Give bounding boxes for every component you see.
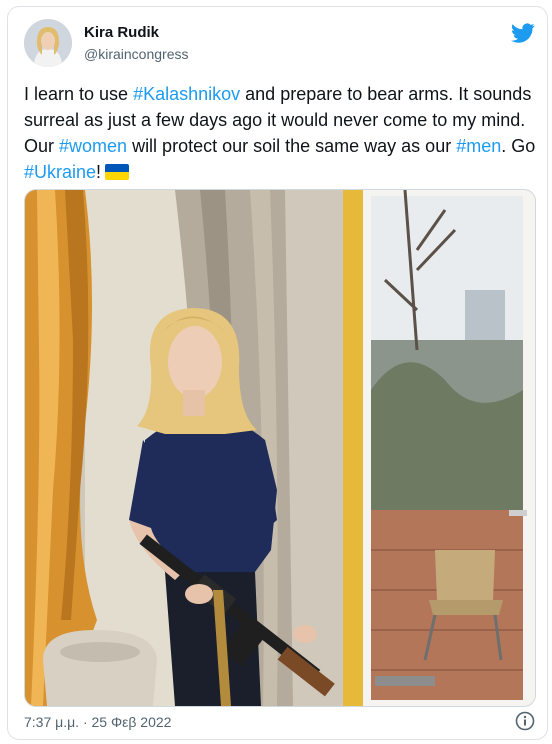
tweet-card[interactable]: Kira Rudik @kiraincongress I learn to us… bbox=[7, 6, 548, 740]
twitter-bird-icon[interactable] bbox=[511, 21, 535, 45]
tweet-text-segment: I learn to use bbox=[24, 84, 134, 104]
tweet-text: I learn to use #Kalashnikov and prepare … bbox=[24, 81, 536, 185]
tweet-timestamp[interactable]: 7:37 μ.μ. · 25 Φεβ 2022 bbox=[24, 714, 171, 730]
author-handle[interactable]: @kiraincongress bbox=[84, 46, 188, 62]
info-icon[interactable] bbox=[515, 711, 535, 731]
tweet-photo[interactable] bbox=[24, 189, 536, 707]
hashtag-women[interactable]: #women bbox=[59, 136, 127, 156]
hashtag-kalashnikov[interactable]: #Kalashnikov bbox=[133, 84, 240, 104]
tweet-text-segment: will protect our soil the same way as ou… bbox=[127, 136, 457, 156]
hashtag-ukraine[interactable]: #Ukraine bbox=[24, 162, 96, 182]
author-name[interactable]: Kira Rudik bbox=[84, 24, 159, 41]
hashtag-men[interactable]: #men bbox=[456, 136, 501, 156]
ukraine-flag-icon bbox=[105, 164, 130, 180]
tweet-text-segment: . Go bbox=[501, 136, 536, 156]
avatar[interactable] bbox=[24, 19, 72, 67]
tweet-text-segment: ! bbox=[96, 162, 102, 182]
